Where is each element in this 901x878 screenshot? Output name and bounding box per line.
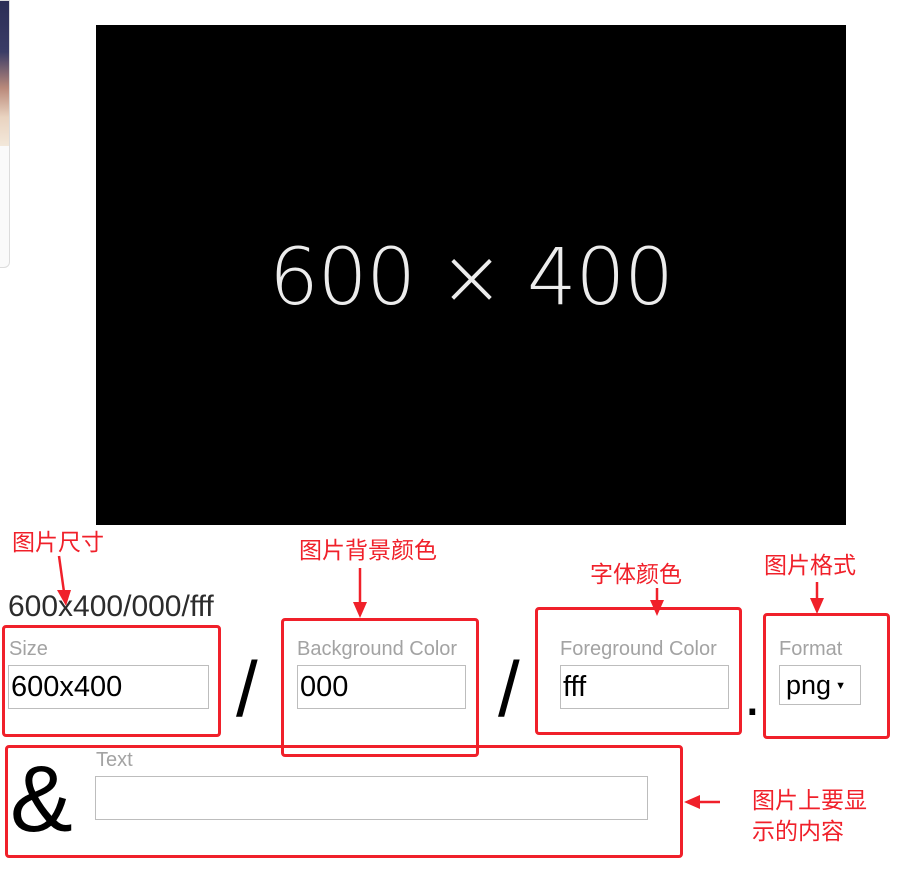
text-arrow-icon: [684, 795, 720, 809]
text-annotation-line1: 图片上要显: [752, 788, 867, 814]
foreground-arrow-icon: [650, 588, 664, 616]
foreground-color-label: Foreground Color: [560, 638, 717, 660]
text-annotation-label: 图片上要显 示的内容: [752, 786, 867, 848]
url-path-display: 600x400/000/fff: [8, 590, 214, 623]
foreground-color-input[interactable]: fff: [560, 665, 729, 709]
format-arrow-icon: [810, 582, 824, 614]
background-color-input[interactable]: 000: [297, 665, 466, 709]
background-annotation-label: 图片背景颜色: [299, 538, 437, 564]
background-color-label: Background Color: [297, 638, 458, 660]
size-label: Size: [9, 638, 48, 660]
text-input[interactable]: [95, 776, 648, 820]
size-annotation-label: 图片尺寸: [12, 530, 104, 556]
text-annotation-line2: 示的内容: [752, 819, 844, 846]
side-thumbnail[interactable]: [0, 0, 10, 268]
slash-separator: /: [236, 645, 258, 733]
text-label: Text: [96, 749, 133, 771]
size-input[interactable]: 600x400: [8, 665, 209, 709]
foreground-annotation-label: 字体颜色: [590, 562, 682, 588]
ampersand-separator: &: [10, 746, 73, 851]
format-label: Format: [779, 638, 843, 660]
format-selected-value: png: [786, 669, 832, 700]
format-select[interactable]: png ▼: [779, 665, 861, 705]
background-arrow-icon: [353, 568, 367, 618]
placeholder-preview-image: 600 × 400: [96, 25, 846, 525]
preview-dimension-text: 600 × 400: [269, 233, 674, 323]
slash-separator: /: [498, 645, 520, 733]
chevron-down-icon: ▼: [835, 680, 846, 692]
format-annotation-label: 图片格式: [764, 553, 856, 579]
dot-separator: .: [744, 661, 761, 728]
thumbnail-image: [0, 1, 9, 146]
